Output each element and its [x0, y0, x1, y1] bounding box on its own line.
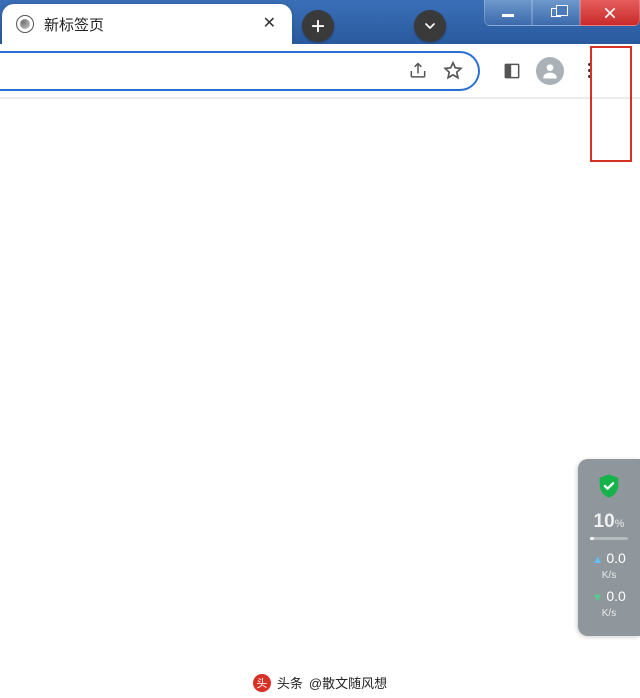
- window-minimize-button[interactable]: [484, 0, 532, 26]
- toutiao-logo-icon: 头: [253, 674, 271, 692]
- widget-upload-speed: ▲ 0.0 K/s: [584, 550, 634, 582]
- shield-check-icon: [594, 471, 624, 501]
- tab-close-icon[interactable]: ✕: [259, 12, 280, 36]
- arrow-down-icon: ▼: [592, 592, 603, 604]
- tab-strip: 新标签页 ✕: [2, 4, 446, 44]
- widget-percent-unit: %: [615, 518, 625, 530]
- profile-avatar[interactable]: [536, 57, 564, 85]
- share-icon[interactable]: [408, 61, 428, 81]
- arrow-up-icon: ▲: [592, 554, 603, 566]
- tab-title: 新标签页: [44, 14, 249, 35]
- reading-list-icon[interactable]: [502, 61, 522, 81]
- window-close-button[interactable]: [580, 0, 640, 26]
- menu-button[interactable]: [578, 57, 601, 84]
- new-tab-button[interactable]: [302, 10, 334, 42]
- download-unit: K/s: [602, 608, 616, 619]
- window-maximize-button[interactable]: [532, 0, 580, 26]
- toolbar-right: [502, 57, 601, 85]
- image-attribution: 头 头条 @散文随风想: [0, 673, 640, 692]
- widget-progress-bar: [590, 537, 628, 540]
- attribution-handle: @散文随风想: [309, 673, 387, 692]
- download-value: 0.0: [606, 588, 625, 604]
- upload-value: 0.0: [606, 550, 625, 566]
- upload-unit: K/s: [602, 570, 616, 581]
- window-titlebar: 新标签页 ✕: [0, 0, 640, 44]
- widget-percent: 10%: [584, 511, 634, 533]
- widget-download-speed: ▼ 0.0 K/s: [584, 588, 634, 620]
- window-controls: [484, 0, 640, 26]
- widget-percent-value: 10: [594, 511, 615, 532]
- address-bar[interactable]: [0, 51, 480, 91]
- globe-icon: [16, 15, 34, 33]
- tab-list-button[interactable]: [414, 10, 446, 42]
- attribution-prefix: 头条: [277, 673, 303, 692]
- bookmark-star-icon[interactable]: [442, 60, 464, 82]
- page-content: [0, 98, 640, 638]
- security-widget[interactable]: 10% ▲ 0.0 K/s ▼ 0.0 K/s: [578, 459, 640, 636]
- browser-tab[interactable]: 新标签页 ✕: [2, 4, 292, 44]
- browser-toolbar: [0, 44, 640, 98]
